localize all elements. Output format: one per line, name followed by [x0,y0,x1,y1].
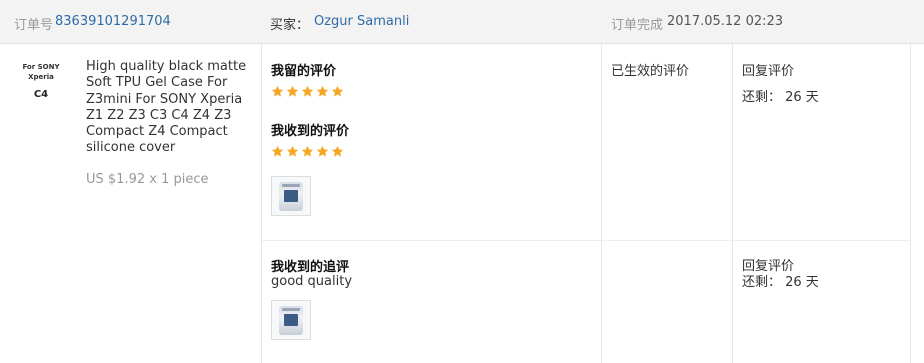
row-divider [262,240,910,241]
column-divider [261,44,262,363]
product-photo-icon [279,182,303,211]
star-icon [331,145,344,158]
followup-photo-thumbnail[interactable] [271,300,311,340]
received-review-stars [271,143,346,157]
order-header: 订单号 83639101291704 买家： Ozgur Samanli 订单完… [0,0,924,44]
product-image-brand: For SONY Xperia [22,63,60,81]
star-icon [271,85,284,98]
star-icon [316,145,329,158]
days-remaining: 还剩： 26 天 [742,90,819,105]
order-number-link[interactable]: 83639101291704 [55,14,171,29]
star-icon [286,145,299,158]
order-number-label: 订单号 [14,18,54,33]
star-icon [316,85,329,98]
product-image[interactable]: For SONY Xperia C4 [10,62,72,100]
review-photo-thumbnail[interactable] [271,176,311,216]
received-review-label: 我收到的评价 [271,124,350,139]
order-status-label: 订单完成 [611,18,664,33]
my-review-stars [271,83,346,97]
column-divider [732,44,733,363]
star-icon [271,145,284,158]
star-icon [331,85,344,98]
effective-review-status: 已生效的评价 [611,64,690,79]
followup-review-text: good quality [271,274,353,289]
my-review-label: 我留的评价 [271,64,337,79]
buyer-label: 买家： [270,18,310,33]
column-divider [601,44,602,363]
followup-days-remaining: 还剩： 26 天 [742,275,819,290]
star-icon [286,85,299,98]
star-icon [301,145,314,158]
product-title[interactable]: High quality black matte Soft TPU Gel Ca… [86,59,251,157]
column-divider [910,44,911,363]
product-photo-icon [279,306,303,335]
product-image-model: C4 [33,89,49,100]
product-price: US $1.92 x 1 piece [86,172,209,187]
followup-review-label: 我收到的追评 [271,260,350,275]
star-icon [301,85,314,98]
reply-review-link[interactable]: 回复评价 [742,60,794,79]
order-status-time: 2017.05.12 02:23 [667,14,784,29]
buyer-name-link[interactable]: Ozgur Samanli [314,14,409,29]
